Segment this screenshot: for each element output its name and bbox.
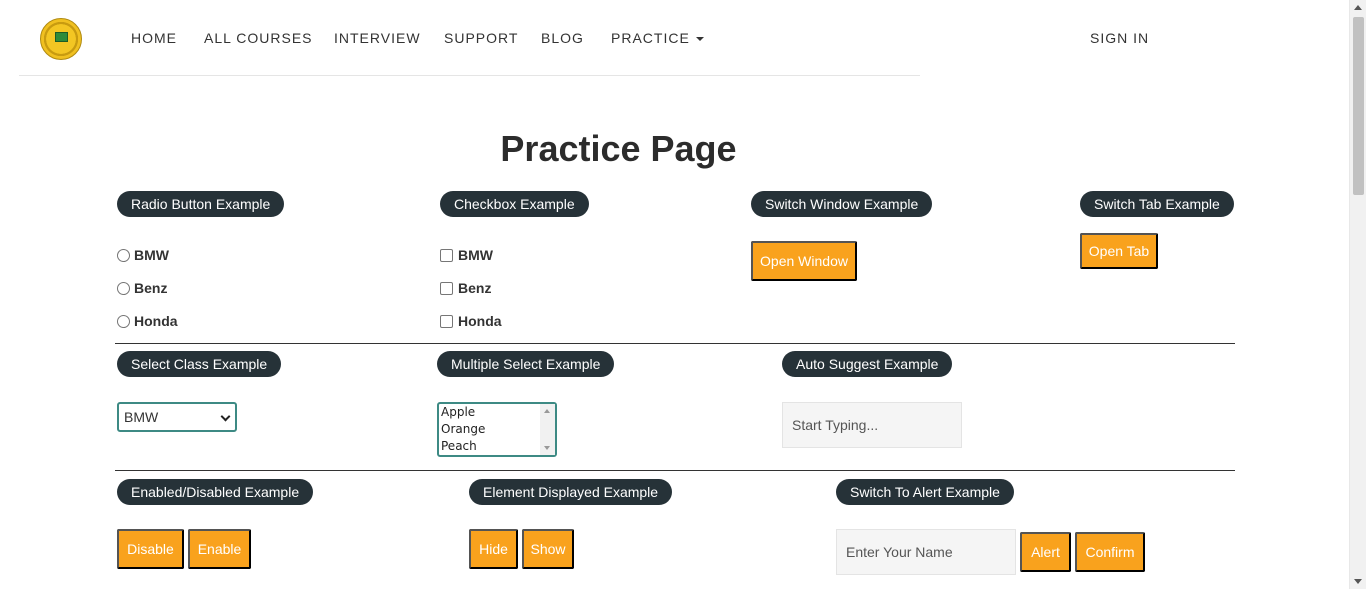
site-logo-icon[interactable] <box>40 18 82 60</box>
radio-honda[interactable]: Honda <box>117 313 178 329</box>
car-select-dropdown[interactable]: BMW <box>117 402 237 432</box>
sign-in-link[interactable]: SIGN IN <box>1090 30 1149 46</box>
checkbox-legend: Checkbox Example <box>440 191 589 217</box>
scroll-up-arrow-icon[interactable] <box>1354 5 1362 10</box>
enabled-disabled-legend: Enabled/Disabled Example <box>117 479 314 505</box>
select-value: BMW <box>124 409 159 425</box>
chevron-down-icon <box>220 411 231 422</box>
select-class-legend: Select Class Example <box>117 351 282 377</box>
radio-label: BMW <box>134 247 169 263</box>
multi-select-option-orange[interactable]: Orange <box>439 421 555 438</box>
confirm-button[interactable]: Confirm <box>1075 532 1145 572</box>
nav-blog[interactable]: BLOG <box>541 30 584 46</box>
scroll-up-arrow-icon[interactable] <box>544 409 550 413</box>
alert-legend: Switch To Alert Example <box>836 479 1014 505</box>
name-input[interactable]: Enter Your Name <box>836 529 1016 575</box>
radio-label: Benz <box>134 280 168 296</box>
alert-button[interactable]: Alert <box>1020 532 1071 572</box>
show-button[interactable]: Show <box>522 529 574 569</box>
multi-select-option-peach[interactable]: Peach <box>439 438 555 455</box>
multi-select-scrollbar[interactable] <box>540 404 555 455</box>
divider <box>115 470 1235 471</box>
multi-select-option-apple[interactable]: Apple <box>439 404 555 421</box>
nav-support[interactable]: SUPPORT <box>444 30 518 46</box>
caret-down-icon <box>695 37 704 42</box>
scroll-down-arrow-icon[interactable] <box>1354 579 1362 584</box>
element-displayed-legend: Element Displayed Example <box>469 479 673 505</box>
checkbox[interactable] <box>440 281 453 295</box>
name-input-placeholder: Enter Your Name <box>846 544 953 560</box>
nav-all-courses[interactable]: ALL COURSES <box>204 30 313 46</box>
switch-tab-legend: Switch Tab Example <box>1080 191 1234 217</box>
radio-bmw[interactable]: BMW <box>117 247 169 263</box>
nav-home[interactable]: HOME <box>131 30 177 46</box>
nav-practice-dropdown[interactable]: PRACTICE <box>611 30 704 46</box>
scroll-thumb[interactable] <box>1353 17 1364 195</box>
checkbox-bmw[interactable]: BMW <box>440 247 493 263</box>
fruit-multi-select[interactable]: Apple Orange Peach <box>437 402 557 457</box>
page-scrollbar[interactable] <box>1349 0 1366 589</box>
checkbox-label: Benz <box>458 280 492 296</box>
divider <box>115 343 1235 344</box>
radio-label: Honda <box>134 313 178 329</box>
enable-button[interactable]: Enable <box>188 529 251 569</box>
checkbox-honda[interactable]: Honda <box>440 313 502 329</box>
nav-interview[interactable]: INTERVIEW <box>334 30 421 46</box>
scroll-down-arrow-icon[interactable] <box>544 446 550 450</box>
radio-button[interactable] <box>117 281 130 295</box>
radio-legend: Radio Button Example <box>117 191 285 217</box>
radio-button[interactable] <box>117 314 130 328</box>
checkbox[interactable] <box>440 248 453 262</box>
radio-benz[interactable]: Benz <box>117 280 167 296</box>
nav-practice-label: PRACTICE <box>611 30 690 46</box>
open-window-button[interactable]: Open Window <box>751 241 857 281</box>
checkbox-label: BMW <box>458 247 493 263</box>
radio-button[interactable] <box>117 248 130 262</box>
autocomplete-placeholder: Start Typing... <box>792 417 879 433</box>
disable-button[interactable]: Disable <box>117 529 184 569</box>
open-tab-button[interactable]: Open Tab <box>1080 233 1158 269</box>
checkbox[interactable] <box>440 314 453 328</box>
autocomplete-input[interactable]: Start Typing... <box>782 402 962 448</box>
auto-suggest-legend: Auto Suggest Example <box>782 351 953 377</box>
checkbox-label: Honda <box>458 313 502 329</box>
switch-window-legend: Switch Window Example <box>751 191 933 217</box>
hide-button[interactable]: Hide <box>469 529 518 569</box>
checkbox-benz[interactable]: Benz <box>440 280 491 296</box>
multi-select-legend: Multiple Select Example <box>437 351 615 377</box>
page-title: Practice Page <box>500 128 737 169</box>
